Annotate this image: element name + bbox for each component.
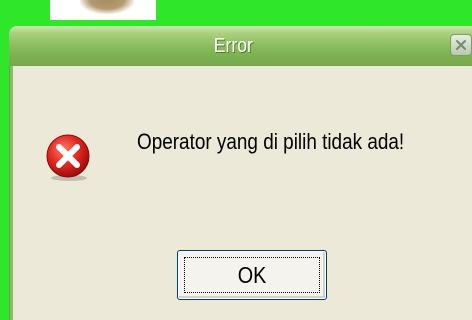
close-button[interactable] [450,34,472,56]
dialog-title: Error [213,35,253,57]
background-figure [80,0,134,14]
error-icon [46,134,90,181]
dialog-body: Operator yang di pilih tidak ada! OK [13,66,472,320]
screen: Error Operator yang di pilih tidak ada! … [0,0,472,320]
error-dialog: Error Operator yang di pilih tidak ada! … [9,26,472,320]
background-image [50,0,156,20]
ok-button-label: OK [237,262,267,288]
close-icon [456,40,466,50]
title-bar[interactable]: Error [9,26,472,66]
ok-button[interactable]: OK [177,250,327,300]
error-message: Operator yang di pilih tidak ada! [137,129,405,154]
